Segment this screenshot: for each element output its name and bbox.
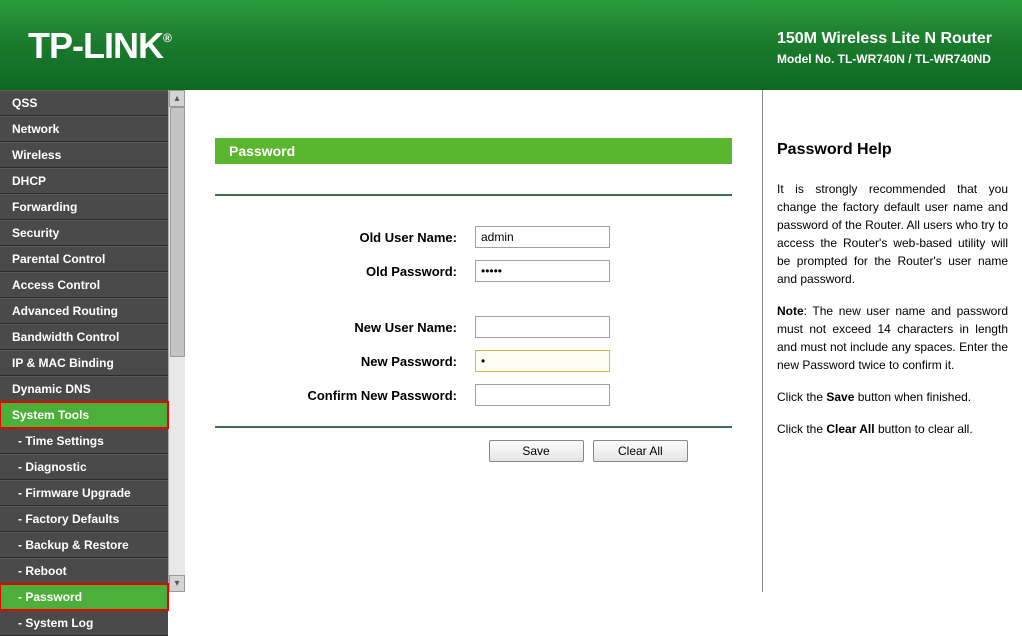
sidebar-item-system-tools[interactable]: System Tools (0, 402, 168, 428)
scroll-down-icon[interactable]: ▾ (169, 575, 185, 592)
model-number: Model No. TL-WR740N / TL-WR740ND (777, 52, 992, 66)
sidebar-item-password[interactable]: - Password (0, 584, 168, 610)
confirm-password-input[interactable] (475, 384, 610, 406)
sidebar-item-factory-defaults[interactable]: - Factory Defaults (0, 506, 168, 532)
old-user-name-input[interactable] (475, 226, 610, 248)
sidebar-scrollbar[interactable]: ▴ ▾ (168, 90, 185, 592)
product-title: 150M Wireless Lite N Router (777, 30, 992, 48)
save-button[interactable]: Save (489, 440, 584, 462)
header: TP-LINK® 150M Wireless Lite N Router Mod… (0, 0, 1022, 90)
label-new-user: New User Name: (215, 320, 475, 335)
scroll-up-icon[interactable]: ▴ (169, 90, 185, 107)
label-new-pass: New Password: (215, 354, 475, 369)
sidebar-item-diagnostic[interactable]: - Diagnostic (0, 454, 168, 480)
old-password-input[interactable] (475, 260, 610, 282)
note-label: Note (777, 304, 804, 318)
sidebar-item-firmware-upgrade[interactable]: - Firmware Upgrade (0, 480, 168, 506)
sidebar-item-wireless[interactable]: Wireless (0, 142, 168, 168)
sidebar-item-qss[interactable]: QSS (0, 90, 168, 116)
sidebar-item-dhcp[interactable]: DHCP (0, 168, 168, 194)
help-title: Password Help (777, 138, 1008, 162)
sidebar-item-forwarding[interactable]: Forwarding (0, 194, 168, 220)
sidebar-item-time-settings[interactable]: - Time Settings (0, 428, 168, 454)
page-title: Password (215, 138, 732, 164)
sidebar-item-backup-restore[interactable]: - Backup & Restore (0, 532, 168, 558)
sidebar-item-advanced-routing[interactable]: Advanced Routing (0, 298, 168, 324)
sidebar-item-network[interactable]: Network (0, 116, 168, 142)
sidebar-item-security[interactable]: Security (0, 220, 168, 246)
divider (215, 194, 732, 196)
brand-logo: TP-LINK® (28, 25, 171, 67)
help-panel: Password Help It is strongly recommended… (762, 90, 1022, 592)
help-text-4: Click the Clear All button to clear all. (777, 420, 1008, 438)
label-old-user: Old User Name: (215, 230, 475, 245)
sidebar-item-parental-control[interactable]: Parental Control (0, 246, 168, 272)
help-text-2: Note: The new user name and password mus… (777, 302, 1008, 374)
sidebar-item-bandwidth-control[interactable]: Bandwidth Control (0, 324, 168, 350)
label-confirm-pass: Confirm New Password: (215, 388, 475, 403)
scroll-thumb[interactable] (170, 107, 185, 357)
sidebar-item-dynamic-dns[interactable]: Dynamic DNS (0, 376, 168, 402)
help-text-3: Click the Save button when finished. (777, 388, 1008, 406)
sidebar-item-system-log[interactable]: - System Log (0, 610, 168, 636)
new-user-name-input[interactable] (475, 316, 610, 338)
sidebar-nav: QSSNetworkWirelessDHCPForwardingSecurity… (0, 90, 168, 592)
new-password-input[interactable] (475, 350, 610, 372)
clear-all-button[interactable]: Clear All (593, 440, 688, 462)
sidebar-item-access-control[interactable]: Access Control (0, 272, 168, 298)
label-old-pass: Old Password: (215, 264, 475, 279)
sidebar-item-ip-mac-binding[interactable]: IP & MAC Binding (0, 350, 168, 376)
registered-icon: ® (163, 31, 171, 45)
sidebar-item-reboot[interactable]: - Reboot (0, 558, 168, 584)
header-product-info: 150M Wireless Lite N Router Model No. TL… (777, 30, 992, 66)
help-text-1: It is strongly recommended that you chan… (777, 180, 1008, 288)
divider (215, 426, 732, 428)
main-content: Password Old User Name: Old Password: Ne… (185, 90, 762, 592)
